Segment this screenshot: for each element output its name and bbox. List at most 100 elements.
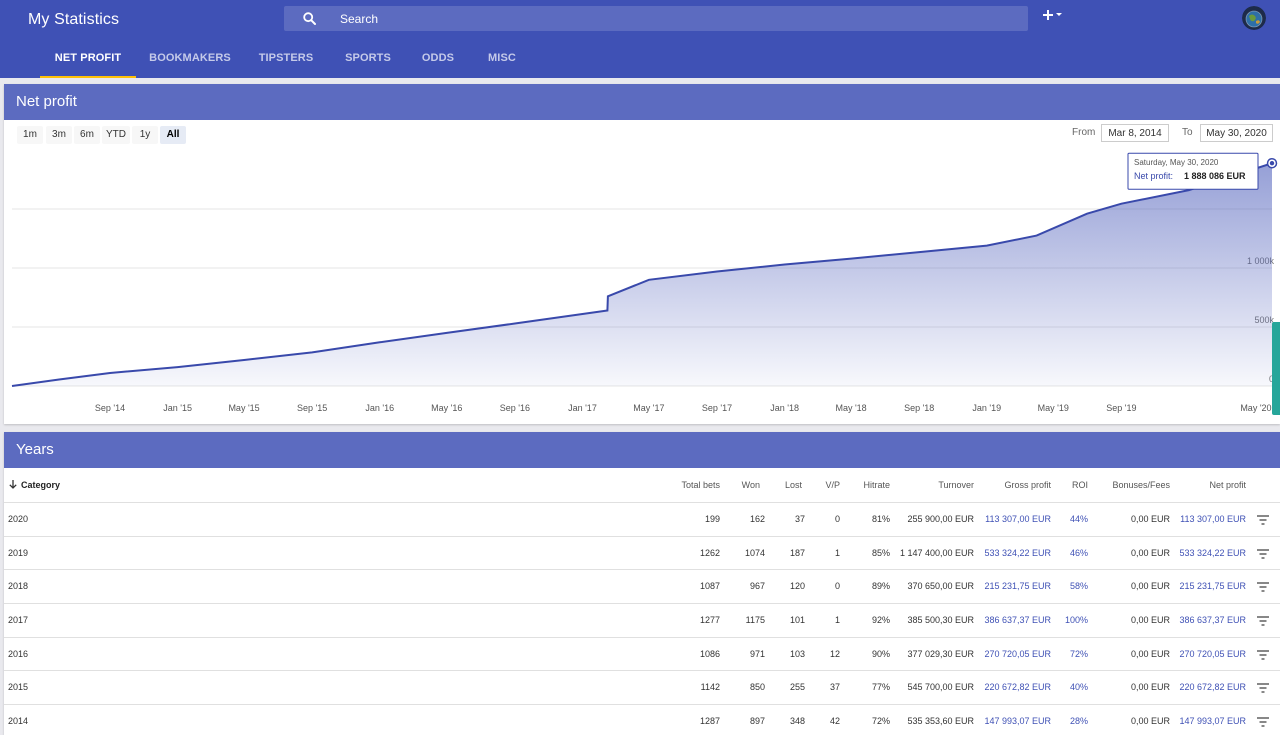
date-range: From To: [1070, 124, 1276, 142]
caret-down-icon: [1056, 13, 1062, 16]
cell-roi[interactable]: 100%: [1060, 604, 1088, 637]
cell-gross-profit[interactable]: 220 672,82 EUR: [974, 671, 1051, 704]
tab-net-profit[interactable]: NET PROFIT: [40, 40, 136, 78]
cell-roi[interactable]: 58%: [1060, 570, 1088, 603]
filter-icon[interactable]: [1256, 581, 1270, 593]
tooltip-value: 1 888 086 EUR: [1184, 171, 1246, 181]
cell-bonuses-fees: 0,00 EUR: [1130, 648, 1170, 659]
range-ytd-button[interactable]: YTD: [102, 126, 130, 144]
cell-net-profit[interactable]: 220 672,82 EUR: [1170, 671, 1246, 704]
filter-icon[interactable]: [1256, 682, 1270, 694]
filter-icon[interactable]: [1256, 716, 1270, 728]
cell-roi[interactable]: 28%: [1060, 705, 1088, 735]
cell-net-profit[interactable]: 533 324,22 EUR: [1170, 537, 1246, 570]
cell-net-profit[interactable]: 147 993,07 EUR: [1170, 705, 1246, 735]
user-avatar[interactable]: [1242, 6, 1266, 30]
cell-roi[interactable]: 44%: [1060, 503, 1088, 536]
search-bar[interactable]: [284, 6, 1028, 31]
cell-roi[interactable]: 72%: [1060, 638, 1088, 671]
cell-net-profit[interactable]: 113 307,00 EUR: [1170, 503, 1246, 536]
column-header-vp[interactable]: V/P: [812, 468, 840, 503]
top-app-bar: My Statistics NET PROFIT BOOKMAKERS TIPS…: [0, 0, 1280, 78]
tab-misc[interactable]: MISC: [480, 40, 524, 78]
tab-odds[interactable]: ODDS: [418, 40, 458, 78]
cell-gross-profit[interactable]: 386 637,37 EUR: [974, 604, 1051, 637]
column-header-gross-profit[interactable]: Gross profit: [984, 468, 1051, 503]
x-tick-label: Jan '18: [770, 403, 799, 413]
table-header: Category Total bets Won Lost V/P Hitrate…: [4, 468, 1280, 503]
tooltip-label: Net profit:: [1134, 171, 1173, 181]
cell-category: 2018: [8, 581, 29, 592]
range-all-button[interactable]: All: [160, 126, 186, 144]
cell-lost: 348: [789, 716, 805, 727]
table-row[interactable]: 2014 1287 897 348 42 72% 535 353,60 EUR 147 993…: [4, 705, 1280, 735]
years-panel: Years Category Total bets Won Lost V/P H…: [4, 432, 1280, 735]
column-header-turnover[interactable]: Turnover: [904, 468, 974, 503]
cell-roi[interactable]: 46%: [1060, 537, 1088, 570]
table-row[interactable]: 2015 1142 850 255 37 77% 545 700,00 EUR 220 672…: [4, 671, 1280, 706]
range-1y-button[interactable]: 1y: [132, 126, 158, 144]
cell-roi[interactable]: 40%: [1060, 671, 1088, 704]
hover-point-dot: [1269, 161, 1275, 166]
cell-vp: 0: [834, 514, 840, 524]
table-row[interactable]: 2019 1262 1074 187 1 85% 1 147 400,00 EUR 533 3…: [4, 537, 1280, 571]
column-header-hitrate[interactable]: Hitrate: [852, 468, 890, 503]
cell-gross-profit[interactable]: 147 993,07 EUR: [974, 705, 1051, 735]
cell-turnover: 385 500,30 EUR: [907, 615, 974, 626]
x-tick-label: May '17: [633, 403, 664, 413]
cell-gross-profit[interactable]: 113 307,00 EUR: [974, 503, 1051, 536]
filter-icon[interactable]: [1256, 649, 1270, 661]
add-button[interactable]: [1040, 6, 1066, 24]
cell-net-profit[interactable]: 270 720,05 EUR: [1170, 638, 1246, 671]
column-header-won[interactable]: Won: [732, 468, 760, 503]
net-profit-chart[interactable]: 0500k1 000kSep '14Jan '15May '15Sep '15J…: [4, 120, 1280, 424]
cell-gross-profit[interactable]: 215 231,75 EUR: [974, 570, 1051, 603]
from-date-input[interactable]: [1101, 124, 1169, 142]
table-row[interactable]: 2018 1087 967 120 0 89% 370 650,00 EUR 215 231,…: [4, 570, 1280, 605]
column-header-lost[interactable]: Lost: [774, 468, 802, 503]
x-tick-label: May '19: [1038, 403, 1069, 413]
cell-vp: 12: [829, 648, 840, 659]
column-header-bonuses-fees[interactable]: Bonuses/Fees: [1100, 468, 1170, 503]
filter-icon[interactable]: [1256, 615, 1270, 627]
search-input[interactable]: [340, 6, 1000, 31]
range-1m-button[interactable]: 1m: [17, 126, 43, 144]
plus-icon: [1043, 10, 1062, 20]
filter-icon[interactable]: [1256, 548, 1270, 560]
x-tick-label: Jan '17: [568, 403, 597, 413]
tab-tipsters[interactable]: TIPSTERS: [252, 40, 320, 78]
tab-bookmakers[interactable]: BOOKMAKERS: [144, 40, 236, 78]
years-table: Category Total bets Won Lost V/P Hitrate…: [4, 468, 1280, 735]
cell-turnover: 535 353,60 EUR: [907, 716, 974, 727]
to-date-input[interactable]: [1200, 124, 1273, 142]
cell-gross-profit[interactable]: 270 720,05 EUR: [974, 638, 1051, 671]
net-profit-panel-title: Net profit: [4, 84, 1280, 120]
x-tick-label: May '15: [228, 403, 259, 413]
column-header-category[interactable]: Category: [8, 468, 60, 503]
table-row[interactable]: 2017 1277 1175 101 1 92% 385 500,30 EUR 386 637…: [4, 604, 1280, 638]
column-header-total-bets[interactable]: Total bets: [670, 468, 720, 503]
cell-vp: 37: [829, 682, 840, 693]
cell-bonuses-fees: 0,00 EUR: [1130, 581, 1170, 592]
table-row[interactable]: 2020 199 162 37 0 81% 255 900,00 EUR 113 307,00…: [4, 503, 1280, 537]
cell-bonuses-fees: 0,00 EUR: [1130, 514, 1170, 524]
cell-category: 2017: [8, 615, 29, 626]
x-tick-label: May '16: [431, 403, 462, 413]
cell-gross-profit[interactable]: 533 324,22 EUR: [974, 537, 1051, 570]
x-tick-label: Jan '15: [163, 403, 192, 413]
cell-total-bets: 199: [704, 514, 720, 524]
to-label: To: [1182, 127, 1193, 138]
cell-net-profit[interactable]: 215 231,75 EUR: [1170, 570, 1246, 603]
cell-net-profit[interactable]: 386 637,37 EUR: [1170, 604, 1246, 637]
x-tick-label: Jan '16: [365, 403, 394, 413]
column-header-roi[interactable]: ROI: [1060, 468, 1088, 503]
filter-icon[interactable]: [1256, 514, 1270, 526]
side-feedback-handle[interactable]: [1272, 322, 1280, 415]
range-3m-button[interactable]: 3m: [46, 126, 72, 144]
tab-sports[interactable]: SPORTS: [337, 40, 399, 78]
column-header-net-profit[interactable]: Net profit: [1180, 468, 1246, 503]
table-row[interactable]: 2016 1086 971 103 12 90% 377 029,30 EUR 270 720…: [4, 638, 1280, 672]
app-title: My Statistics: [28, 11, 120, 28]
range-6m-button[interactable]: 6m: [74, 126, 100, 144]
x-tick-label: Sep '14: [95, 403, 125, 413]
